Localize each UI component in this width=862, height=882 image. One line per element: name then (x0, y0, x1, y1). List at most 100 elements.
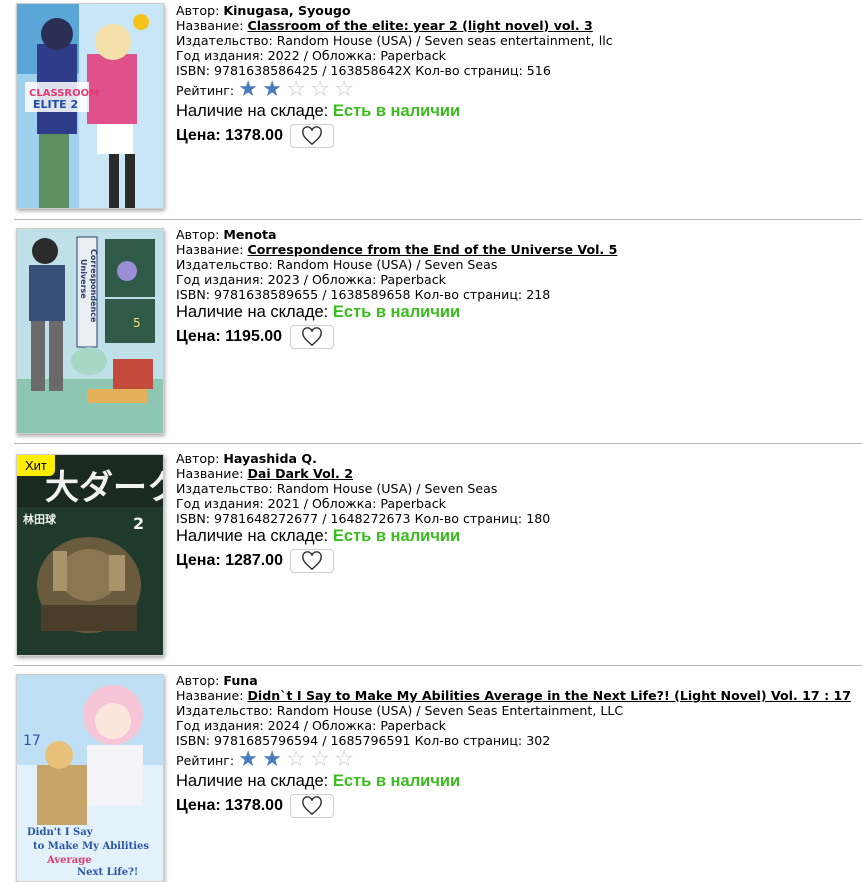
author-line: Автор: Kinugasa, Syougo (176, 3, 351, 18)
svg-text:Correspondence: Correspondence (89, 249, 98, 323)
publisher-value: Random House (USA) / Seven Seas (276, 481, 498, 496)
author-name: Funa (223, 673, 258, 688)
publisher-line: Издательство: Random House (USA) / Seven… (176, 33, 613, 48)
book-title-link[interactable]: Didn`t I Say to Make My Abilities Averag… (247, 688, 851, 703)
publisher-value: Random House (USA) / Seven Seas Entertai… (276, 703, 624, 718)
year-line: Год издания: 2024 / Обложка: Paperback (176, 718, 446, 733)
stock-status: Наличие на складе: Есть в наличии (176, 527, 461, 545)
author-name: Hayashida Q. (223, 451, 317, 466)
author-line: Автор: Funa (176, 673, 258, 688)
svg-text:Average: Average (46, 855, 92, 866)
rating: Рейтинг: ★ ★ ☆ ☆ ☆ (176, 749, 862, 771)
book-cover-image[interactable]: Хит 大ダーク 林田球 2 (16, 454, 164, 656)
price: Цена: 1378.00 (176, 797, 283, 814)
svg-text:林田球: 林田球 (23, 512, 57, 526)
separator (14, 219, 862, 220)
author-name: Kinugasa, Syougo (223, 3, 351, 18)
in-stock-text: Есть в наличии (332, 303, 461, 321)
in-stock-text: Есть в наличии (332, 102, 461, 120)
isbn-line: ISBN: 9781638589655 / 1638589658 Кол-во … (176, 287, 551, 302)
star-empty-icon[interactable]: ☆ (286, 79, 306, 101)
author-name: Menota (223, 227, 277, 242)
author-line: Автор: Hayashida Q. (176, 451, 317, 466)
book-cover-image[interactable]: 17 Didn't I Say to Make My Abilities Ave… (16, 674, 164, 882)
svg-text:大ダーク: 大ダーク (45, 468, 163, 508)
rating-stars: ★ ★ ☆ ☆ ☆ (238, 79, 358, 101)
star-empty-icon[interactable]: ☆ (286, 749, 306, 771)
star-empty-icon[interactable]: ☆ (334, 749, 354, 771)
book-info: Автор: Hayashida Q. Название: Dai Dark V… (176, 451, 862, 573)
stock-status: Наличие на складе: Есть в наличии (176, 772, 461, 790)
stock-status: Наличие на складе: Есть в наличии (176, 102, 461, 120)
price-row: Цена: 1378.00 (176, 124, 862, 148)
svg-text:to Make My Abilities: to Make My Abilities (33, 841, 149, 852)
add-to-favorites-button[interactable] (290, 549, 334, 573)
separator (14, 443, 862, 444)
title-line: Название: Dai Dark Vol. 2 (176, 466, 353, 481)
publisher-value: Random House (USA) / Seven Seas (276, 257, 498, 272)
star-empty-icon[interactable]: ☆ (310, 749, 330, 771)
svg-text:Universe: Universe (79, 259, 88, 299)
publisher-value: Random House (USA) / Seven seas entertai… (276, 33, 613, 48)
star-filled-icon[interactable]: ★ (238, 79, 258, 101)
price: Цена: 1195.00 (176, 328, 283, 345)
rating-stars: ★ ★ ☆ ☆ ☆ (238, 749, 358, 771)
star-empty-icon[interactable]: ☆ (310, 79, 330, 101)
add-to-favorites-button[interactable] (290, 124, 334, 148)
heart-icon (302, 551, 322, 571)
rating-label: Рейтинг: (176, 752, 235, 768)
price: Цена: 1287.00 (176, 552, 283, 569)
publisher-line: Издательство: Random House (USA) / Seven… (176, 703, 624, 718)
svg-text:17: 17 (23, 733, 41, 749)
book-item: Хит 大ダーク 林田球 2 Автор: Hayashida Q. Назва… (0, 448, 862, 666)
star-filled-icon[interactable]: ★ (238, 749, 258, 771)
price-row: Цена: 1378.00 (176, 794, 862, 818)
book-info: Автор: Funa Название: Didn`t I Say to Ma… (176, 673, 862, 818)
rating: Рейтинг: ★ ★ ☆ ☆ ☆ (176, 79, 862, 101)
stock-status: Наличие на складе: Есть в наличии (176, 303, 461, 321)
author-line: Автор: Menota (176, 227, 277, 242)
svg-text:Next Life?!: Next Life?! (77, 867, 138, 878)
book-title-link[interactable]: Classroom of the elite: year 2 (light no… (247, 18, 592, 33)
svg-text:2: 2 (133, 514, 144, 533)
publisher-line: Издательство: Random House (USA) / Seven… (176, 257, 498, 272)
book-info: Автор: Menota Название: Correspondence f… (176, 227, 862, 349)
star-filled-icon[interactable]: ★ (262, 749, 282, 771)
year-line: Год издания: 2022 / Обложка: Paperback (176, 48, 446, 63)
title-line: Название: Didn`t I Say to Make My Abilit… (176, 688, 852, 703)
book-info: Автор: Kinugasa, Syougo Название: Classr… (176, 3, 862, 148)
year-line: Год издания: 2023 / Обложка: Paperback (176, 272, 446, 287)
title-line: Название: Classroom of the elite: year 2… (176, 18, 593, 33)
isbn-line: ISBN: 9781648272677 / 1648272673 Кол-во … (176, 511, 551, 526)
book-item: CLASSROOM ELITE 2 Автор: Kinugasa, Syoug… (0, 0, 862, 220)
price-row: Цена: 1195.00 (176, 325, 862, 349)
separator (14, 665, 862, 666)
star-empty-icon[interactable]: ☆ (334, 79, 354, 101)
price: Цена: 1378.00 (176, 127, 283, 144)
book-title-link[interactable]: Dai Dark Vol. 2 (247, 466, 353, 481)
hit-badge: Хит (17, 455, 55, 476)
heart-icon (302, 126, 322, 146)
book-title-link[interactable]: Correspondence from the End of the Unive… (247, 242, 617, 257)
year-line: Год издания: 2021 / Обложка: Paperback (176, 496, 446, 511)
isbn-line: ISBN: 9781685796594 / 1685796591 Кол-во … (176, 733, 551, 748)
publisher-line: Издательство: Random House (USA) / Seven… (176, 481, 498, 496)
svg-text:5: 5 (133, 316, 141, 330)
isbn-line: ISBN: 9781638586425 / 163858642X Кол-во … (176, 63, 551, 78)
add-to-favorites-button[interactable] (290, 325, 334, 349)
in-stock-text: Есть в наличии (332, 527, 461, 545)
title-line: Название: Correspondence from the End of… (176, 242, 618, 257)
price-row: Цена: 1287.00 (176, 549, 862, 573)
in-stock-text: Есть в наличии (332, 772, 461, 790)
book-item: Correspondence Universe 5 Автор: Menota … (0, 224, 862, 444)
rating-label: Рейтинг: (176, 82, 235, 98)
svg-text:ELITE 2: ELITE 2 (33, 98, 78, 111)
heart-icon (302, 796, 322, 816)
book-item: 17 Didn't I Say to Make My Abilities Ave… (0, 670, 862, 882)
svg-text:Didn't I Say: Didn't I Say (27, 827, 94, 838)
star-filled-icon[interactable]: ★ (262, 79, 282, 101)
book-cover-image[interactable]: CLASSROOM ELITE 2 (16, 3, 164, 209)
heart-icon (302, 327, 322, 347)
book-cover-image[interactable]: Correspondence Universe 5 (16, 228, 164, 434)
add-to-favorites-button[interactable] (290, 794, 334, 818)
